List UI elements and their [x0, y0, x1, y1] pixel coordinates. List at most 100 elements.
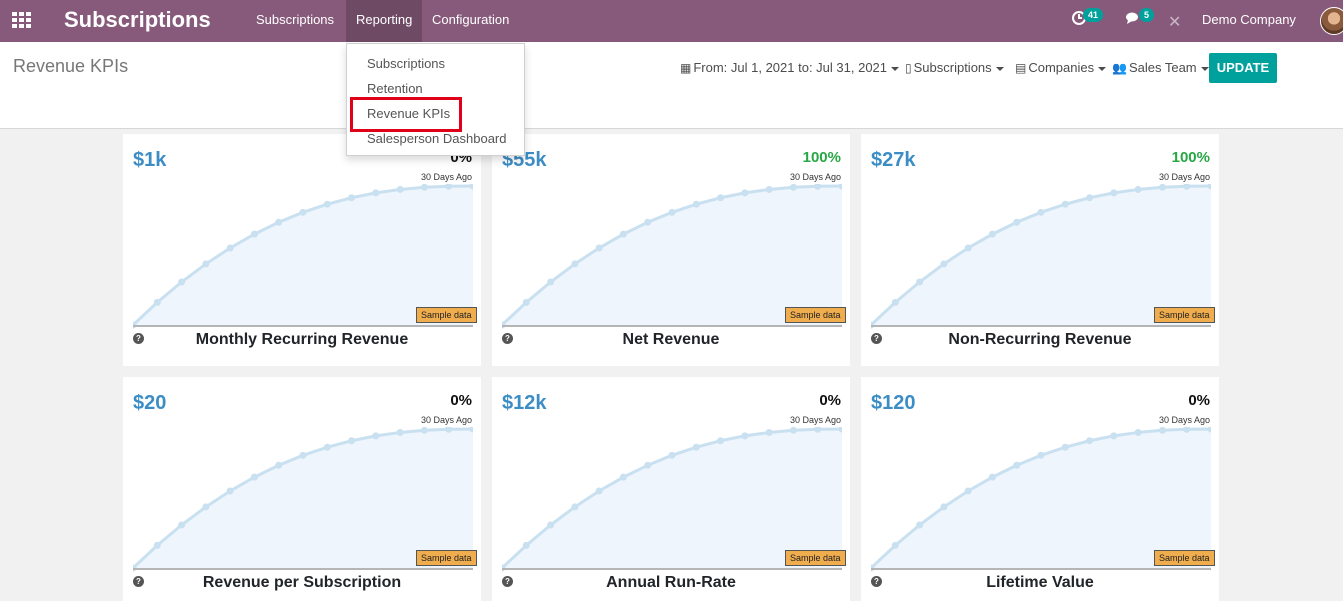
sparkline-point [891, 298, 899, 306]
sparkline-area [871, 429, 1211, 568]
sparkline-point [178, 278, 186, 286]
kpi-value: $1k [133, 149, 167, 171]
sparkline-point [396, 185, 404, 193]
reporting-dropdown-menu: Subscriptions Retention Revenue KPIs Sal… [346, 43, 525, 156]
menu-configuration[interactable]: Configuration [422, 0, 519, 42]
sparkline-point [668, 451, 676, 459]
sparkline-point [178, 521, 186, 529]
page-title: Revenue KPIs [13, 56, 129, 76]
sparkline-point [789, 184, 797, 191]
menu-reporting[interactable]: Reporting [346, 0, 423, 42]
kpi-value: $27k [871, 149, 916, 171]
date-filter-label: From: Jul 1, 2021 to: Jul 31, 2021 [693, 60, 888, 75]
sparkline-point [1110, 432, 1118, 440]
sparkline-point [348, 437, 356, 445]
users-icon: 👥 [1112, 61, 1127, 75]
user-avatar[interactable] [1320, 7, 1343, 35]
apps-menu-icon[interactable] [12, 12, 31, 28]
sparkline-point [644, 461, 652, 469]
sparkline-point [668, 208, 676, 216]
kpi-name: Net Revenue [622, 331, 720, 348]
sparkline-point [964, 244, 972, 252]
dropdown-item-subscriptions[interactable]: Subscriptions [367, 56, 445, 71]
sparkline-point [765, 428, 773, 436]
dropdown-item-salesperson-dashboard[interactable]: Salesperson Dashboard [367, 131, 506, 146]
calendar-icon: ▦ [680, 61, 692, 75]
sparkline-point [741, 189, 749, 197]
sparkline-point [988, 473, 996, 481]
sparkline-point [1037, 208, 1045, 216]
sparkline-point [916, 278, 924, 286]
kpi-period: 30 Days Ago [789, 172, 841, 182]
building-icon: ▤ [1015, 61, 1027, 75]
sparkline-point [717, 437, 725, 445]
sparkline-point [250, 473, 258, 481]
sparkline-point [226, 244, 234, 252]
messages-button[interactable]: 5 [1125, 8, 1155, 30]
kpi-name: Lifetime Value [986, 574, 1094, 591]
kpi-card[interactable]: $1k 0% 30 Days Ago Sample data ? Monthly… [123, 134, 481, 366]
debug-tools-icon[interactable]: ✕ [1168, 12, 1181, 32]
update-button[interactable]: UPDATE [1209, 53, 1277, 83]
kpi-card[interactable]: $20 0% 30 Days Ago Sample data ? Revenue… [123, 377, 481, 601]
menu-subscriptions[interactable]: Subscriptions [246, 0, 344, 42]
sparkline-point [571, 503, 579, 511]
kpi-name: Non-Recurring Revenue [948, 331, 1132, 348]
companies-filter-dropdown[interactable]: ▤ Companies [1015, 60, 1107, 75]
sparkline-point [595, 244, 603, 252]
chevron-down-icon [891, 66, 900, 71]
kpi-card[interactable]: $55k 100% 30 Days Ago Sample data ? Net … [492, 134, 850, 366]
kpi-value: $12k [502, 392, 547, 414]
sparkline-point [372, 189, 380, 197]
sparkline-point [250, 230, 258, 238]
kpi-period: 30 Days Ago [789, 415, 841, 425]
kpi-card[interactable]: $27k 100% 30 Days Ago Sample data ? Non-… [861, 134, 1219, 366]
kpi-period: 30 Days Ago [1158, 172, 1210, 182]
sample-data-badge: Sample data [1154, 550, 1215, 566]
sales-team-filter-label: Sales Team [1128, 60, 1197, 75]
sparkline-point [789, 427, 797, 434]
sparkline-point [692, 200, 700, 208]
sparkline-point [323, 200, 331, 208]
sample-data-badge: Sample data [785, 307, 846, 323]
sales-team-filter-dropdown[interactable]: 👥 Sales Team [1112, 60, 1209, 75]
sparkline-point [1061, 200, 1069, 208]
sparkline-area [502, 186, 842, 325]
kpi-name: Monthly Recurring Revenue [195, 331, 409, 348]
message-count-badge: 5 [1139, 8, 1155, 22]
dropdown-item-revenue-kpis[interactable]: Revenue KPIs [367, 106, 450, 121]
sparkline-point [619, 473, 627, 481]
subscriptions-filter-dropdown[interactable]: ▯ Subscriptions [905, 60, 1004, 75]
app-name: Subscriptions [64, 7, 211, 32]
sparkline-point [348, 194, 356, 202]
file-icon: ▯ [905, 61, 912, 75]
sparkline-point [522, 541, 530, 549]
kpi-value: $120 [871, 392, 916, 414]
sparkline-point [1013, 461, 1021, 469]
sparkline-point [644, 218, 652, 226]
sparkline-point [940, 503, 948, 511]
sparkline-point [275, 461, 283, 469]
dropdown-item-retention[interactable]: Retention [367, 81, 423, 96]
company-switcher[interactable]: Demo Company [1202, 12, 1296, 27]
activity-button[interactable]: 41 [1071, 8, 1104, 30]
sparkline-area [133, 429, 473, 568]
sparkline-point [1061, 443, 1069, 451]
activity-count-badge: 41 [1083, 8, 1104, 22]
kpi-change: 0% [1188, 392, 1210, 409]
sparkline-point [595, 487, 603, 495]
sparkline-area [871, 186, 1211, 325]
sample-data-badge: Sample data [785, 550, 846, 566]
sparkline-point [1134, 185, 1142, 193]
sparkline-point [1037, 451, 1045, 459]
kpi-card[interactable]: $12k 0% 30 Days Ago Sample data ? Annual… [492, 377, 850, 601]
sparkline-point [692, 443, 700, 451]
kpi-card[interactable]: $120 0% 30 Days Ago Sample data ? Lifeti… [861, 377, 1219, 601]
sparkline-point [891, 541, 899, 549]
sparkline-point [299, 451, 307, 459]
kpi-change: 0% [819, 392, 841, 409]
sparkline-point [299, 208, 307, 216]
date-filter-dropdown[interactable]: ▦ From: Jul 1, 2021 to: Jul 31, 2021 [680, 60, 900, 75]
top-navbar: Subscriptions Subscriptions Reporting Co… [0, 0, 1343, 42]
sparkline-point [1013, 218, 1021, 226]
